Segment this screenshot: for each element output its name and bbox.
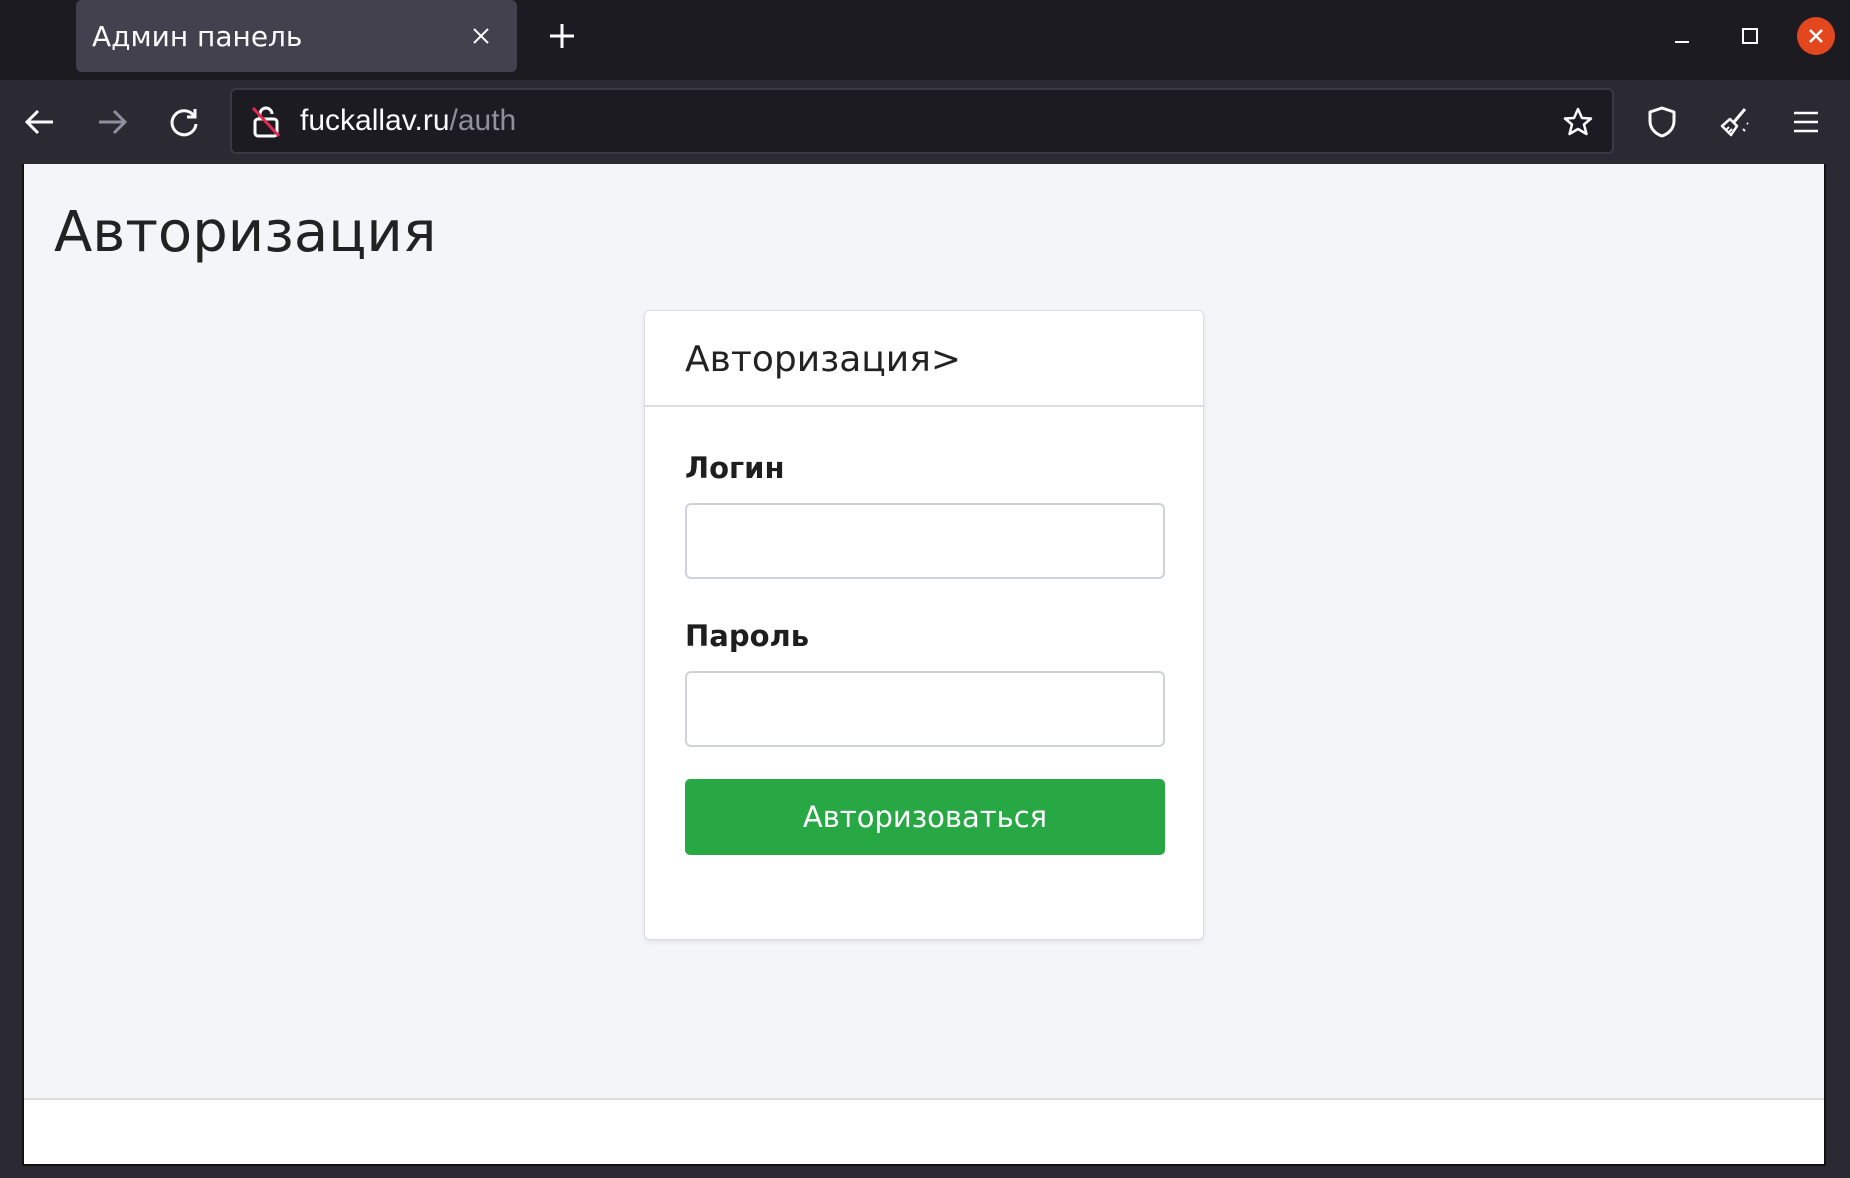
url-path: /auth [449,104,517,137]
password-label: Пароль [685,619,810,653]
auth-form: Логин Пароль Авторизоваться [645,407,1203,855]
star-icon[interactable] [1558,102,1598,142]
card-header: Авторизация> [645,311,1203,407]
forward-arrow-icon[interactable] [90,100,134,144]
reload-icon[interactable] [162,100,206,144]
navigation-bar: fuckallav.ru/auth [0,80,1850,164]
password-input[interactable] [685,671,1165,747]
back-arrow-icon[interactable] [18,100,62,144]
plus-icon[interactable] [542,16,582,56]
login-input[interactable] [685,503,1165,579]
login-label: Логин [685,451,785,485]
url-text[interactable]: fuckallav.ru/auth [300,104,516,138]
tab-title: Админ панель [92,19,303,53]
close-icon [1797,17,1835,55]
url-host: fuckallav.ru [300,104,450,137]
window-close-button[interactable] [1796,16,1836,56]
broom-icon[interactable] [1712,100,1756,144]
tab-strip: Админ панель [0,0,1850,80]
maximize-icon[interactable] [1730,16,1770,56]
page-title: Авторизация [54,200,437,265]
page-footer [24,1098,1824,1164]
browser-tab[interactable]: Админ панель [76,0,517,72]
address-bar[interactable]: fuckallav.ru/auth [230,88,1614,154]
close-icon[interactable] [463,18,499,54]
minimize-icon[interactable] [1662,16,1702,56]
submit-button[interactable]: Авторизоваться [685,779,1165,855]
page-viewport: Авторизация Авторизация> Логин Пароль Ав… [22,164,1826,1166]
hamburger-menu-icon[interactable] [1784,100,1828,144]
auth-card: Авторизация> Логин Пароль Авторизоваться [644,310,1204,940]
shield-icon[interactable] [1640,100,1684,144]
insecure-lock-icon[interactable] [246,102,286,142]
